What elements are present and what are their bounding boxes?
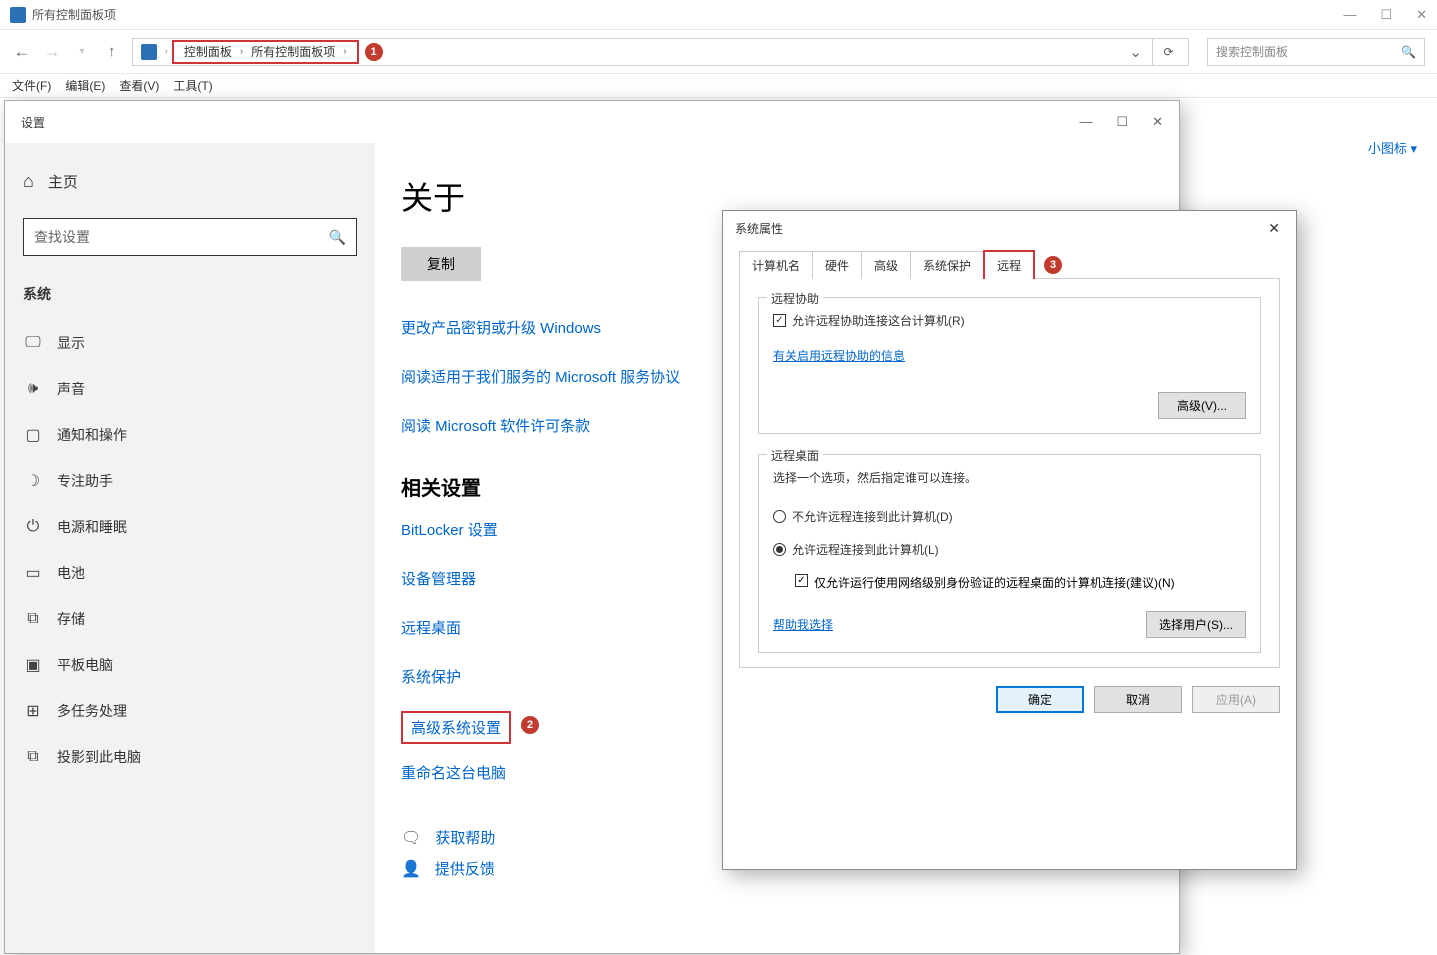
search-placeholder: 查找设置 (34, 227, 329, 247)
checkbox-nla-only[interactable]: ✓ 仅允许运行使用网络级别身份验证的远程桌面的计算机连接(建议)(N) (773, 574, 1246, 591)
notifications-icon: ▢ (23, 425, 43, 445)
back-button[interactable]: ← (12, 42, 32, 62)
sidebar-item-multitask[interactable]: ⊞多任务处理 (5, 688, 375, 734)
search-icon[interactable]: 🔍 (1401, 45, 1416, 59)
settings-window-title: 设置 (21, 114, 45, 131)
cancel-button[interactable]: 取消 (1094, 686, 1182, 713)
feedback-icon: 👤 (401, 859, 421, 879)
tab-remote[interactable]: 远程 (983, 250, 1035, 279)
close-icon[interactable]: ✕ (1264, 216, 1284, 241)
chevron-right-icon[interactable]: › (236, 46, 247, 57)
sidebar-item-display[interactable]: 🖵显示 (5, 320, 375, 366)
annotation-marker-1: 1 (365, 43, 383, 61)
chevron-right-icon[interactable]: › (161, 46, 172, 57)
allow-remote-assistance-checkbox[interactable]: ✓ 允许远程协助连接这台计算机(R) (773, 312, 1246, 329)
breadcrumb-root[interactable]: 控制面板 (180, 43, 236, 60)
copy-button[interactable]: 复制 (401, 247, 481, 281)
minimize-icon[interactable]: — (1079, 114, 1092, 130)
remote-assistance-advanced-button[interactable]: 高级(V)... (1158, 392, 1246, 419)
remote-desktop-legend: 远程桌面 (767, 447, 823, 464)
address-bar[interactable]: › 控制面板 › 所有控制面板项 › 1 ⌄ ⟳ (132, 38, 1190, 66)
sidebar-item-sound[interactable]: 🕪声音 (5, 366, 375, 412)
tablet-icon: ▣ (23, 655, 43, 675)
tab-hardware[interactable]: 硬件 (812, 251, 862, 279)
sound-icon: 🕪 (23, 380, 43, 398)
tab-computer-name[interactable]: 计算机名 (739, 251, 813, 279)
remote-desktop-group: 远程桌面 选择一个选项，然后指定谁可以连接。 不允许远程连接到此计算机(D) 允… (758, 454, 1261, 653)
power-icon: ⏻ (23, 518, 43, 536)
menu-edit[interactable]: 编辑(E) (65, 77, 105, 94)
checkbox-checked-icon: ✓ (773, 314, 786, 327)
menu-file[interactable]: 文件(F) (12, 77, 51, 94)
sidebar-item-notifications[interactable]: ▢通知和操作 (5, 412, 375, 458)
window-title: 所有控制面板项 (32, 6, 1343, 23)
project-icon: ⧉ (23, 748, 43, 766)
home-icon: ⌂ (23, 171, 34, 192)
sidebar-home[interactable]: ⌂ 主页 (5, 161, 375, 202)
menu-view[interactable]: 查看(V) (119, 77, 159, 94)
sidebar-item-tablet[interactable]: ▣平板电脑 (5, 642, 375, 688)
home-label: 主页 (48, 171, 78, 192)
annotation-marker-2: 2 (521, 716, 539, 734)
select-users-button[interactable]: 选择用户(S)... (1146, 611, 1246, 638)
apply-button[interactable]: 应用(A) (1192, 686, 1280, 713)
remote-assistance-legend: 远程协助 (767, 290, 823, 307)
sidebar-category: 系统 (5, 276, 375, 320)
search-placeholder: 搜索控制面板 (1216, 43, 1401, 60)
maximize-icon[interactable]: ☐ (1116, 114, 1128, 130)
ok-button[interactable]: 确定 (996, 686, 1084, 713)
multitask-icon: ⊞ (23, 701, 43, 721)
battery-icon: ▭ (23, 563, 43, 583)
close-icon[interactable]: ✕ (1416, 7, 1427, 23)
storage-icon: ⧉ (23, 610, 43, 628)
highlight-advanced-system-settings: 高级系统设置 (401, 711, 511, 744)
system-properties-dialog: 系统属性 ✕ 计算机名 硬件 高级 系统保护 远程 3 远程协助 ✓ 允许远程协… (722, 210, 1297, 870)
tab-system-protection[interactable]: 系统保护 (910, 251, 984, 279)
view-by-dropdown[interactable]: 小图标 ▾ (1368, 138, 1417, 157)
tab-advanced[interactable]: 高级 (861, 251, 911, 279)
radio-checked-icon (773, 543, 786, 556)
sidebar-item-focus-assist[interactable]: ☽专注助手 (5, 458, 375, 504)
minimize-icon[interactable]: — (1343, 7, 1356, 23)
annotation-marker-3: 3 (1044, 256, 1062, 274)
help-icon: 🗨 (401, 828, 421, 848)
history-dropdown[interactable]: ▾ (72, 46, 92, 57)
dialog-title: 系统属性 (735, 220, 783, 237)
settings-sidebar: ⌂ 主页 查找设置 🔍 系统 🖵显示 🕪声音 ▢通知和操作 ☽专注助手 ⏻电源和… (5, 143, 375, 953)
chevron-right-icon[interactable]: › (339, 46, 350, 57)
control-panel-icon (10, 7, 26, 23)
moon-icon: ☽ (23, 471, 43, 491)
address-dropdown[interactable]: ⌄ (1119, 43, 1152, 61)
radio-deny-remote[interactable]: 不允许远程连接到此计算机(D) (773, 508, 1246, 525)
up-button[interactable]: ↑ (108, 43, 116, 60)
menu-tools[interactable]: 工具(T) (173, 77, 212, 94)
refresh-button[interactable]: ⟳ (1152, 38, 1184, 66)
sidebar-item-project[interactable]: ⧉投影到此电脑 (5, 734, 375, 780)
display-icon: 🖵 (23, 334, 43, 352)
remote-assistance-info-link[interactable]: 有关启用远程协助的信息 (773, 349, 905, 363)
link-advanced-system-settings[interactable]: 高级系统设置 (411, 717, 501, 738)
search-control-panel[interactable]: 搜索控制面板 🔍 (1207, 38, 1425, 66)
radio-allow-remote[interactable]: 允许远程连接到此计算机(L) (773, 541, 1246, 558)
tab-strip: 计算机名 硬件 高级 系统保护 远程 3 (739, 251, 1280, 279)
radio-unchecked-icon (773, 510, 786, 523)
sidebar-item-power[interactable]: ⏻电源和睡眠 (5, 504, 375, 550)
search-settings-input[interactable]: 查找设置 🔍 (23, 218, 357, 256)
checkbox-checked-icon: ✓ (795, 574, 808, 587)
remote-desktop-description: 选择一个选项，然后指定谁可以连接。 (773, 469, 1246, 486)
search-icon: 🔍 (329, 229, 346, 246)
forward-button[interactable]: → (42, 42, 62, 62)
help-me-choose-link[interactable]: 帮助我选择 (773, 616, 833, 633)
maximize-icon[interactable]: ☐ (1380, 7, 1392, 23)
sidebar-item-battery[interactable]: ▭电池 (5, 550, 375, 596)
breadcrumb-current[interactable]: 所有控制面板项 (247, 43, 339, 60)
remote-assistance-group: 远程协助 ✓ 允许远程协助连接这台计算机(R) 有关启用远程协助的信息 高级(V… (758, 297, 1261, 434)
close-icon[interactable]: ✕ (1152, 114, 1163, 130)
control-panel-icon (141, 44, 157, 60)
sidebar-item-storage[interactable]: ⧉存储 (5, 596, 375, 642)
